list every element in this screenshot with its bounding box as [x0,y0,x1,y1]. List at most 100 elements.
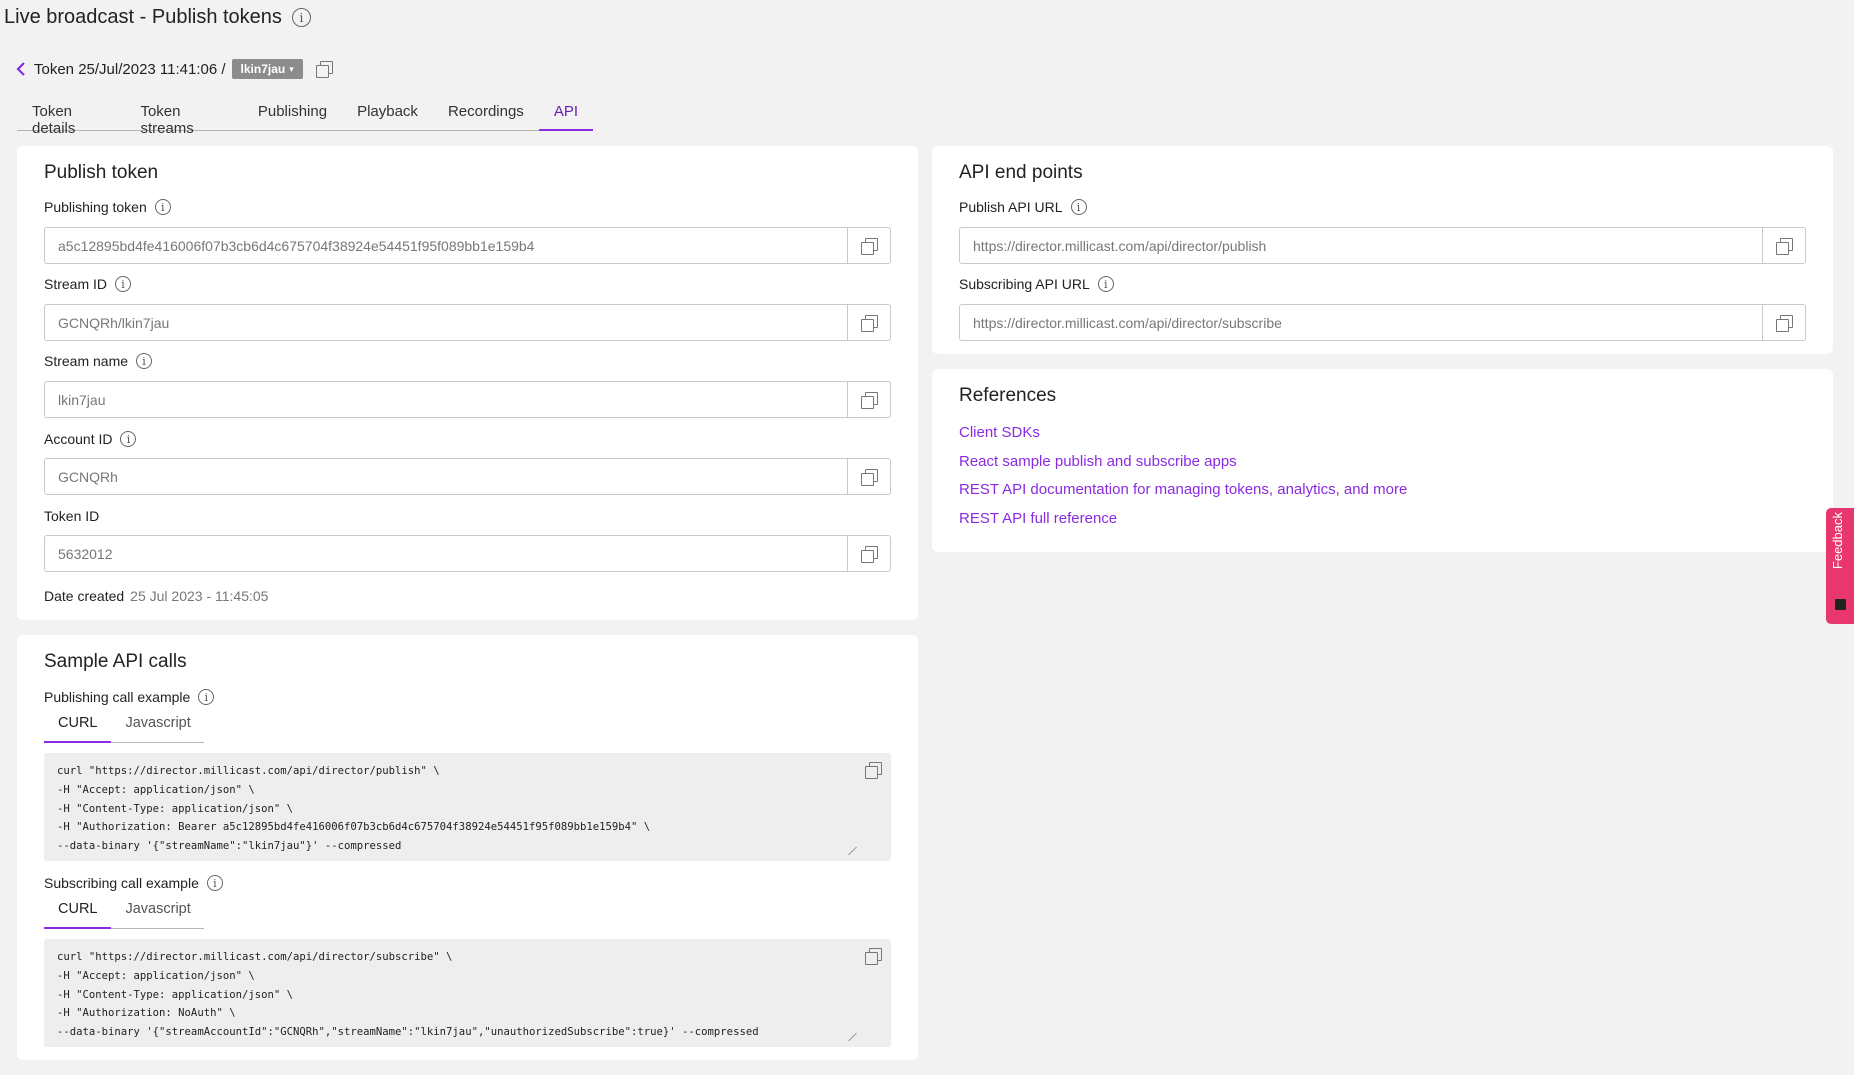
copy-subscribing-api-url-button[interactable] [1762,305,1805,340]
info-icon[interactable]: i [1097,276,1114,292]
subscribing-call-label-text: Subscribing call example [44,875,199,891]
copy-publishing-code-button[interactable] [864,761,882,784]
publish-api-url-label: Publish API URL i [959,199,1087,215]
subscribing-call-label: Subscribing call example i [44,875,223,891]
token-id-value[interactable]: 5632012 [45,536,847,571]
page-title-row: Live broadcast - Publish tokens i [4,6,311,29]
token-tabs: Token details Token streams Publishing P… [17,97,593,137]
token-id-label-text: Token ID [44,508,100,524]
publishing-code-block[interactable]: curl "https://director.millicast.com/api… [44,753,891,861]
copy-subscribing-code-button[interactable] [864,947,882,970]
link-react-sample-apps[interactable]: React sample publish and subscribe apps [959,453,1237,470]
publishing-call-label: Publishing call example i [44,689,215,705]
publishing-call-label-text: Publishing call example [44,689,191,705]
tab-token-details[interactable]: Token details [17,97,125,137]
publishing-token-value[interactable]: a5c12895bd4fe416006f07b3cb6d4c675704f389… [45,228,847,263]
copy-icon [860,545,878,563]
tab-playback[interactable]: Playback [342,97,433,131]
copy-icon [1775,314,1793,332]
breadcrumb: Token 25/Jul/2023 11:41:06 / lkin7jau ▾ [14,59,333,79]
date-created-value: 25 Jul 2023 - 11:45:05 [130,588,269,604]
info-icon[interactable]: i [154,199,171,215]
info-icon[interactable]: i [120,431,137,447]
copy-publishing-token-button[interactable] [847,228,890,263]
tab-api[interactable]: API [538,97,593,131]
subscribing-call-tabs: CURL Javascript [44,897,204,929]
tab-curl[interactable]: CURL [44,897,112,929]
publish-token-card: Publish token Publishing token i a5c1289… [17,146,918,620]
publish-token-title: Publish token [44,162,159,183]
stream-id-value[interactable]: GCNQRh/lkin7jau [45,305,847,340]
resize-handle[interactable] [841,1033,857,1041]
api-endpoints-card: API end points Publish API URL i https:/… [932,146,1833,354]
link-rest-api-documentation[interactable]: REST API documentation for managing toke… [959,481,1407,498]
subscribing-code[interactable]: curl "https://director.millicast.com/api… [57,948,759,1042]
copy-icon [860,237,878,255]
stream-name-field[interactable]: lkin7jau [44,381,891,418]
info-icon[interactable]: i [206,875,223,891]
subscribing-code-block[interactable]: curl "https://director.millicast.com/api… [44,939,891,1047]
tab-recordings[interactable]: Recordings [433,97,539,131]
references-title: References [959,385,1057,406]
info-icon[interactable]: i [291,8,311,27]
feedback-button[interactable]: Feedback [1826,508,1854,624]
link-rest-api-full-reference[interactable]: REST API full reference [959,510,1117,527]
copy-icon [864,761,882,779]
copy-icon[interactable] [315,60,333,78]
date-created-row: Date created 25 Jul 2023 - 11:45:05 [44,588,268,604]
stream-selector-chip[interactable]: lkin7jau ▾ [231,59,303,79]
page-title: Live broadcast - Publish tokens [4,6,282,28]
sample-api-calls-title: Sample API calls [44,651,187,672]
copy-publish-api-url-button[interactable] [1762,228,1805,263]
publishing-code[interactable]: curl "https://director.millicast.com/api… [57,762,650,856]
account-id-field[interactable]: GCNQRh [44,458,891,495]
tab-javascript[interactable]: Javascript [111,711,204,742]
copy-icon [1775,237,1793,255]
chevron-left-icon[interactable] [14,61,28,77]
api-endpoints-title: API end points [959,162,1083,183]
stream-name-value[interactable]: lkin7jau [45,382,847,417]
account-id-label: Account ID i [44,431,137,447]
subscribing-api-url-field[interactable]: https://director.millicast.com/api/direc… [959,304,1806,341]
feedback-label: Feedback [1830,512,1845,570]
publish-api-url-label-text: Publish API URL [959,199,1063,215]
account-id-value[interactable]: GCNQRh [45,459,847,494]
stream-id-field[interactable]: GCNQRh/lkin7jau [44,304,891,341]
subscribing-api-url-value[interactable]: https://director.millicast.com/api/direc… [960,305,1762,340]
copy-icon [860,391,878,409]
references-card: References Client SDKs React sample publ… [932,369,1833,552]
account-id-label-text: Account ID [44,431,113,447]
stream-name-label-text: Stream name [44,353,129,369]
copy-token-id-button[interactable] [847,536,890,571]
publishing-token-field[interactable]: a5c12895bd4fe416006f07b3cb6d4c675704f389… [44,227,891,264]
stream-name-label: Stream name i [44,353,153,369]
link-client-sdks[interactable]: Client SDKs [959,424,1040,441]
publish-api-url-value[interactable]: https://director.millicast.com/api/direc… [960,228,1762,263]
tab-curl[interactable]: CURL [44,711,112,743]
info-icon[interactable]: i [136,353,153,369]
token-id-field[interactable]: 5632012 [44,535,891,572]
info-icon[interactable]: i [198,689,215,705]
copy-icon [864,947,882,965]
copy-icon [860,468,878,486]
publish-api-url-field[interactable]: https://director.millicast.com/api/direc… [959,227,1806,264]
copy-stream-id-button[interactable] [847,305,890,340]
info-icon[interactable]: i [1070,199,1087,215]
subscribing-api-url-label-text: Subscribing API URL [959,276,1090,292]
subscribing-api-url-label: Subscribing API URL i [959,276,1114,292]
tab-javascript[interactable]: Javascript [111,897,204,928]
resize-handle[interactable] [841,847,857,855]
token-id-label: Token ID [44,508,99,524]
tab-token-streams[interactable]: Token streams [125,97,242,137]
publishing-token-label-text: Publishing token [44,199,147,215]
copy-account-id-button[interactable] [847,459,890,494]
feedback-icon [1835,599,1846,610]
info-icon[interactable]: i [115,276,132,292]
copy-stream-name-button[interactable] [847,382,890,417]
date-created-label: Date created [44,588,125,604]
chevron-down-icon: ▾ [289,63,294,74]
stream-id-label-text: Stream ID [44,276,108,292]
breadcrumb-token-label[interactable]: Token 25/Jul/2023 11:41:06 / [34,61,226,78]
publishing-call-tabs: CURL Javascript [44,711,204,743]
tab-publishing[interactable]: Publishing [243,97,342,131]
